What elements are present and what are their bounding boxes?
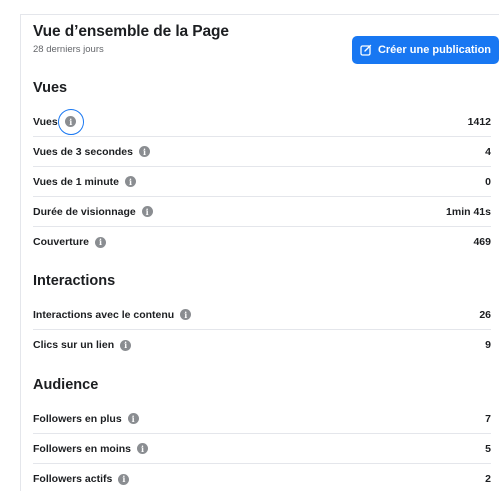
metric-label: Followers en plus [33,412,122,425]
metric-value: 9 [485,339,491,351]
metric-value: 469 [473,236,491,248]
metric-value: 5 [485,442,491,455]
metric-value: 1412 [467,115,491,128]
metric-label: Vues de 3 secondes [33,145,133,158]
metric-label: Followers actifs [33,473,113,485]
metric-label: Clics sur un lien [33,339,115,351]
metric-row-link-clicks: Clics sur un lien i 9 [33,330,491,360]
info-icon[interactable]: i [180,309,192,320]
info-icon[interactable]: i [137,443,149,454]
metric-row-views: Vues i 1412 [33,107,491,137]
metric-value: 2 [485,473,491,485]
metric-label: Vues [33,115,58,128]
info-icon[interactable]: i [65,116,77,127]
info-icon[interactable]: i [139,146,150,157]
create-post-label: Créer une publication [377,44,492,56]
interactions-section: Interactions Interactions avec le conten… [33,270,491,360]
metric-value: 7 [485,412,491,425]
metric-row-active-followers: Followers actifs i 2 [33,464,491,494]
metric-row-content-interactions: Interactions avec le contenu i 26 [33,300,491,330]
metric-row-views-3s: Vues de 3 secondes i 4 [33,137,491,167]
info-icon[interactable]: i [120,339,132,351]
metric-label: Vues de 1 minute [33,175,119,188]
info-icon[interactable]: i [127,413,139,424]
panel-header: Vue d’ensemble de la Page 28 derniers jo… [33,23,499,67]
metric-label: Couverture [33,236,90,248]
info-icon[interactable]: i [95,236,107,248]
metric-value: 0 [485,175,491,188]
metric-label: Durée de visionnage [33,205,136,218]
metric-value: 26 [479,308,491,321]
interactions-section-title: Interactions [33,273,116,289]
info-icon[interactable]: i [141,206,153,217]
metric-value: 4 [485,145,491,158]
metric-label: Interactions avec le contenu [33,308,175,321]
metric-row-followers-gained: Followers en plus i 7 [33,404,491,434]
info-icon[interactable]: i [124,176,136,187]
info-icon[interactable]: i [118,473,130,485]
page-overview-panel: Vue d’ensemble de la Page 28 derniers jo… [20,14,499,491]
audience-section: Audience Followers en plus i 7 Followers… [33,374,491,494]
metric-label: Followers en moins [33,442,132,455]
views-section-title: Vues [33,80,68,96]
metric-value: 1min 41s [446,205,491,218]
metric-row-watch-time: Durée de visionnage i 1min 41s [33,197,491,227]
create-post-button[interactable]: Créer une publication [352,36,499,64]
views-section: Vues Vues i 1412 Vues de 3 secondes i 4 … [33,77,491,257]
metric-row-followers-lost: Followers en moins i 5 [33,434,491,464]
metric-row-views-1min: Vues de 1 minute i 0 [33,167,491,197]
edit-icon [360,44,372,56]
audience-section-title: Audience [33,377,99,393]
metric-row-reach: Couverture i 469 [33,227,491,257]
info-icon-focus-ring[interactable]: i [57,108,84,135]
